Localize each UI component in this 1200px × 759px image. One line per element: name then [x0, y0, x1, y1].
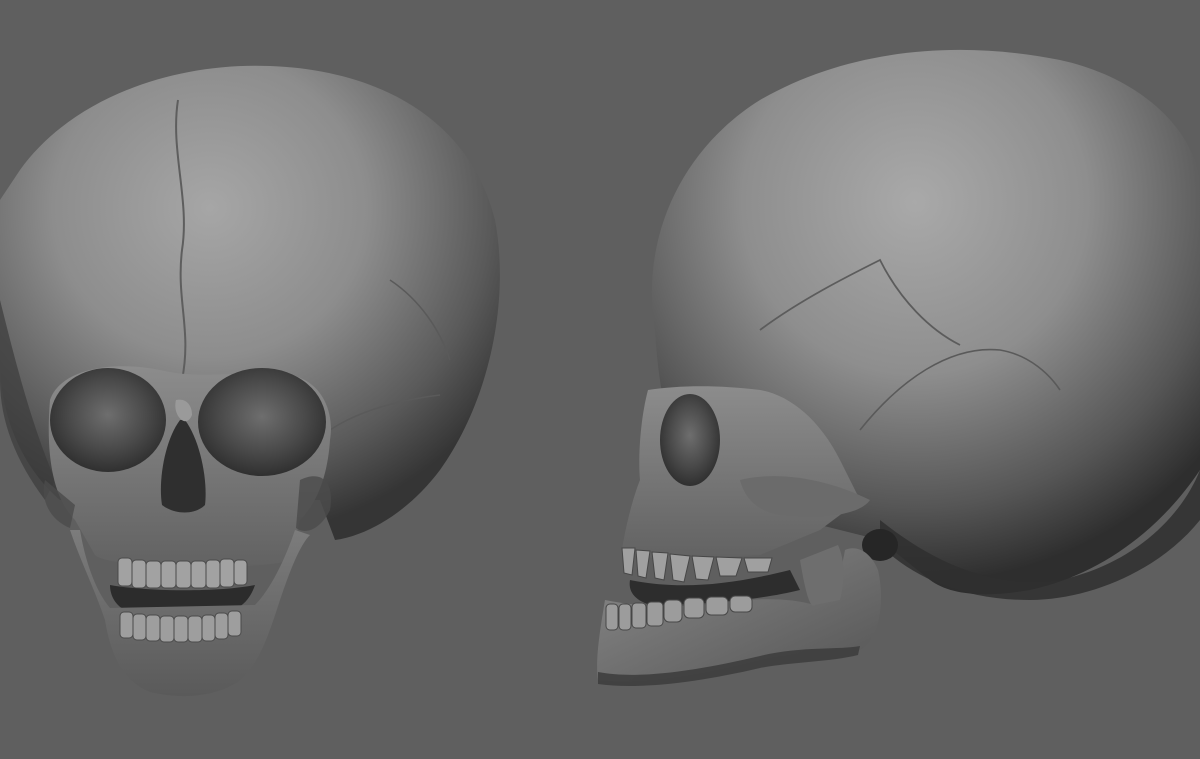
side-eye-socket — [660, 394, 720, 486]
front-left-eye-socket — [50, 368, 166, 472]
render-scene — [0, 49, 1200, 697]
front-cheek-shadow-right — [296, 476, 331, 531]
render-viewport — [0, 0, 1200, 759]
front-upper-teeth — [117, 557, 248, 589]
skull-front-view — [0, 65, 500, 697]
skull-side-view — [597, 49, 1200, 687]
front-right-eye-socket — [198, 368, 326, 476]
front-lower-teeth — [119, 610, 242, 643]
side-mandible-ramus — [800, 545, 844, 606]
